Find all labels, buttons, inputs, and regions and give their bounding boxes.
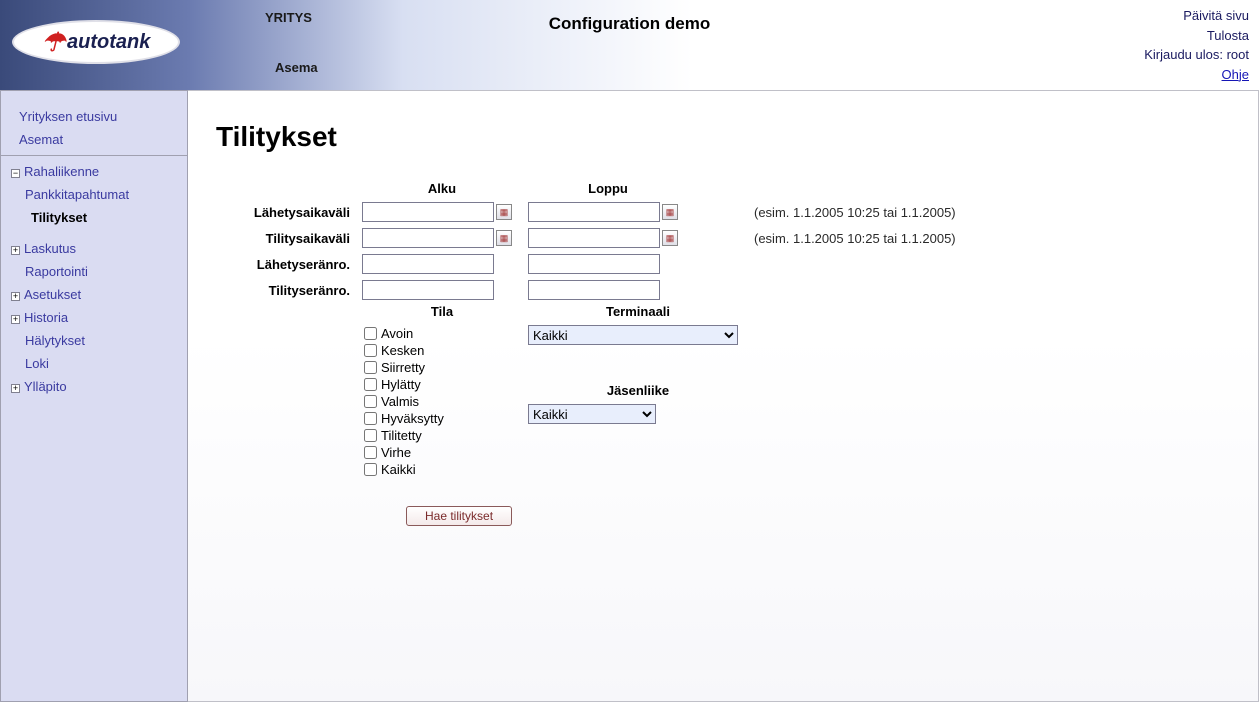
- checkbox-siirretty[interactable]: [364, 361, 377, 374]
- label-settle-interval: Tilitysaikaväli: [216, 231, 356, 246]
- logout-link[interactable]: Kirjaudu ulos: root: [1144, 45, 1249, 65]
- sidebar-divider: [1, 155, 187, 156]
- fetch-button[interactable]: Hae tilitykset: [406, 506, 512, 526]
- checkbox-hylatty[interactable]: [364, 378, 377, 391]
- refresh-link[interactable]: Päivitä sivu: [1144, 6, 1249, 26]
- sidebar-group-historia[interactable]: +Historia: [1, 306, 187, 329]
- page-title: Tilitykset: [216, 121, 1230, 153]
- hint-send: (esim. 1.1.2005 10:25 tai 1.1.2005): [694, 205, 974, 220]
- main-content: Tilitykset Alku Loppu Lähetysaikaväli ▦ …: [188, 90, 1259, 702]
- sidebar-item-stations[interactable]: Asemat: [1, 128, 187, 151]
- status-option-hyvaksytty[interactable]: Hyväksytty: [362, 410, 522, 427]
- header-station-label: Asema: [275, 60, 318, 75]
- help-link[interactable]: Ohje: [1222, 67, 1249, 82]
- send-interval-start-input[interactable]: [362, 202, 494, 222]
- expand-icon: +: [11, 384, 20, 393]
- sidebar-group-asetukset[interactable]: +Asetukset: [1, 283, 187, 306]
- sidebar-group-laskutus[interactable]: +Laskutus: [1, 237, 187, 260]
- sidebar-group-rahaliikenne[interactable]: −Rahaliikenne: [1, 160, 187, 183]
- calendar-icon[interactable]: ▦: [662, 204, 678, 220]
- member-select[interactable]: Kaikki: [528, 404, 656, 424]
- sidebar-group-yllapito[interactable]: +Ylläpito: [1, 375, 187, 398]
- col-head-end: Loppu: [528, 181, 688, 196]
- checkbox-hyvaksytty[interactable]: [364, 412, 377, 425]
- label-send-batch: Lähetyseränro.: [216, 257, 356, 272]
- label-send-interval: Lähetysaikaväli: [216, 205, 356, 220]
- settle-interval-end-input[interactable]: [528, 228, 660, 248]
- col-head-start: Alku: [362, 181, 522, 196]
- sidebar-item-company-home[interactable]: Yrityksen etusivu: [1, 105, 187, 128]
- checkbox-virhe[interactable]: [364, 446, 377, 459]
- collapse-icon: −: [11, 169, 20, 178]
- settle-batch-start-input[interactable]: [362, 280, 494, 300]
- settle-interval-start-input[interactable]: [362, 228, 494, 248]
- status-option-kaikki[interactable]: Kaikki: [362, 461, 522, 478]
- status-checklist: Avoin Kesken Siirretty Hylätty Valmis Hy…: [362, 325, 522, 478]
- hint-settle: (esim. 1.1.2005 10:25 tai 1.1.2005): [694, 231, 974, 246]
- expand-icon: +: [11, 246, 20, 255]
- terminal-select[interactable]: Kaikki: [528, 325, 738, 345]
- status-option-avoin[interactable]: Avoin: [362, 325, 522, 342]
- sidebar-item-raportointi[interactable]: Raportointi: [1, 260, 187, 283]
- status-option-tilitetty[interactable]: Tilitetty: [362, 427, 522, 444]
- header: ☂ autotank YRITYS Asema Configuration de…: [0, 0, 1259, 90]
- status-head: Tila: [362, 304, 522, 319]
- print-link[interactable]: Tulosta: [1144, 26, 1249, 46]
- calendar-icon[interactable]: ▦: [662, 230, 678, 246]
- page-context-title: Configuration demo: [0, 14, 1259, 34]
- expand-icon: +: [11, 292, 20, 301]
- checkbox-avoin[interactable]: [364, 327, 377, 340]
- calendar-icon[interactable]: ▦: [496, 204, 512, 220]
- sidebar-item-pankkitapahtumat[interactable]: Pankkitapahtumat: [1, 183, 187, 206]
- sidebar-item-halytykset[interactable]: Hälytykset: [1, 329, 187, 352]
- checkbox-kesken[interactable]: [364, 344, 377, 357]
- header-right-links: Päivitä sivu Tulosta Kirjaudu ulos: root…: [1144, 6, 1249, 84]
- checkbox-kaikki[interactable]: [364, 463, 377, 476]
- status-option-kesken[interactable]: Kesken: [362, 342, 522, 359]
- expand-icon: +: [11, 315, 20, 324]
- settle-batch-end-input[interactable]: [528, 280, 660, 300]
- status-option-valmis[interactable]: Valmis: [362, 393, 522, 410]
- calendar-icon[interactable]: ▦: [496, 230, 512, 246]
- send-batch-end-input[interactable]: [528, 254, 660, 274]
- send-interval-end-input[interactable]: [528, 202, 660, 222]
- sidebar: Yrityksen etusivu Asemat −Rahaliikenne P…: [0, 90, 188, 702]
- terminal-head: Terminaali: [528, 304, 748, 319]
- sidebar-item-loki[interactable]: Loki: [1, 352, 187, 375]
- member-head: Jäsenliike: [528, 383, 748, 398]
- status-option-hylatty[interactable]: Hylätty: [362, 376, 522, 393]
- sidebar-item-tilitykset[interactable]: Tilitykset: [1, 206, 187, 229]
- label-settle-batch: Tilityseränro.: [216, 283, 356, 298]
- status-option-virhe[interactable]: Virhe: [362, 444, 522, 461]
- checkbox-tilitetty[interactable]: [364, 429, 377, 442]
- status-option-siirretty[interactable]: Siirretty: [362, 359, 522, 376]
- send-batch-start-input[interactable]: [362, 254, 494, 274]
- checkbox-valmis[interactable]: [364, 395, 377, 408]
- filter-form: Alku Loppu Lähetysaikaväli ▦ ▦ (esim. 1.…: [216, 181, 1230, 300]
